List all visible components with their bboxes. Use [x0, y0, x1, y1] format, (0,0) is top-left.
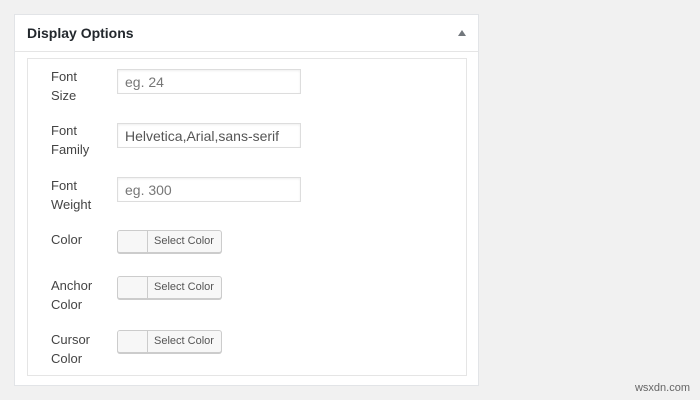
- font-family-label-line2: Family: [51, 142, 90, 157]
- cursor-color-picker-button[interactable]: Select Color: [117, 330, 222, 353]
- font-family-input[interactable]: [117, 123, 301, 148]
- font-family-label: Font Family: [51, 121, 111, 159]
- font-weight-label: Font Weight: [51, 176, 111, 214]
- cursor-select-color-label: Select Color: [154, 335, 214, 347]
- anchor-color-label-line2: Color: [51, 297, 83, 312]
- cursor-color-swatch: [118, 331, 148, 352]
- anchor-color-picker-button[interactable]: Select Color: [117, 276, 222, 299]
- color-label: Color: [51, 232, 83, 247]
- watermark: wsxdn.com: [634, 382, 690, 394]
- cursor-color-label-line1: Cursor: [51, 332, 91, 347]
- panel-title: Display Options: [27, 25, 134, 41]
- font-weight-input[interactable]: [117, 177, 301, 202]
- color-swatch: [118, 231, 148, 252]
- font-weight-label-line2: Weight: [51, 197, 92, 212]
- anchor-color-swatch: [118, 277, 148, 298]
- anchor-color-label: Anchor Color: [51, 276, 111, 314]
- panel-header: Display Options: [15, 15, 478, 52]
- cursor-color-label: Cursor Color: [51, 330, 111, 368]
- anchor-color-label-line1: Anchor: [51, 278, 93, 293]
- font-weight-label-line1: Font: [51, 178, 78, 193]
- select-color-label: Select Color: [154, 235, 214, 247]
- display-options-panel: Display Options Font Size Font Family Fo…: [14, 14, 479, 386]
- color-picker-button[interactable]: Select Color: [117, 230, 222, 253]
- anchor-select-color-label: Select Color: [154, 281, 214, 293]
- font-size-input[interactable]: [117, 69, 301, 94]
- font-size-label-line2: Size: [51, 88, 77, 103]
- font-family-label-line1: Font: [51, 123, 78, 138]
- cursor-color-label-line2: Color: [51, 351, 83, 366]
- options-form: Font Size Font Family Font Weight Color …: [27, 58, 467, 376]
- font-size-label-line1: Font: [51, 69, 78, 84]
- font-size-label: Font Size: [51, 67, 111, 105]
- arrow-up-icon[interactable]: [458, 30, 466, 36]
